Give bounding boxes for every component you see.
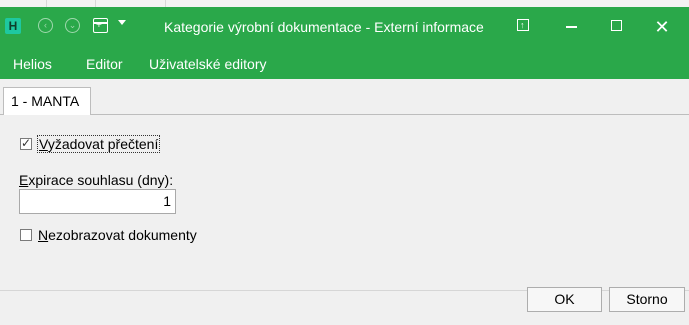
window-title: Kategorie výrobní dokumentace - Externí … [164, 19, 484, 35]
ok-button[interactable]: OK [527, 287, 602, 312]
quick-access-dropdown-icon[interactable] [118, 20, 126, 25]
menu-item-user-editors[interactable]: Uživatelské editory [149, 56, 267, 72]
expiration-days-input[interactable]: 1 [19, 189, 176, 214]
strip-separator [165, 0, 166, 7]
require-read-label[interactable]: Vyžadovat přečtení [37, 135, 161, 153]
tab-manta[interactable]: 1 - MANTA [3, 87, 91, 115]
menu-item-editor[interactable]: Editor [86, 56, 123, 72]
maximize-icon [611, 20, 622, 31]
arrow-up-icon: ↑ [520, 20, 525, 30]
hide-documents-checkbox[interactable] [20, 229, 32, 241]
strip-separator [95, 0, 96, 7]
close-button[interactable]: ✕ [650, 15, 674, 39]
strip-separator [46, 0, 47, 7]
menu-bar: Helios Editor Uživatelské editory [0, 47, 689, 79]
hide-documents-label[interactable]: Nezobrazovat dokumenty [38, 227, 197, 243]
checkmark-icon: ✓ [21, 136, 32, 150]
minimize-icon [566, 26, 577, 28]
minimize-button[interactable] [560, 15, 584, 39]
pin-window-button[interactable]: ↑ [512, 15, 536, 39]
require-read-checkbox[interactable]: ✓ [20, 136, 32, 150]
dropdown-circle-icon[interactable]: ⌄ [65, 18, 80, 33]
close-icon: ✕ [654, 17, 670, 37]
new-window-icon[interactable] [93, 18, 108, 33]
menu-item-helios[interactable]: Helios [13, 56, 52, 72]
app-logo-icon: H [5, 18, 21, 34]
dialog-window: H ‹ ⌄ Kategorie výrobní dokumentace - Ex… [0, 7, 689, 325]
title-bar: H ‹ ⌄ Kategorie výrobní dokumentace - Ex… [0, 7, 689, 47]
expiration-label: Expirace souhlasu (dny): [19, 172, 174, 188]
maximize-button[interactable] [605, 15, 629, 39]
back-icon[interactable]: ‹ [38, 18, 53, 33]
cancel-button[interactable]: Storno [609, 287, 685, 312]
